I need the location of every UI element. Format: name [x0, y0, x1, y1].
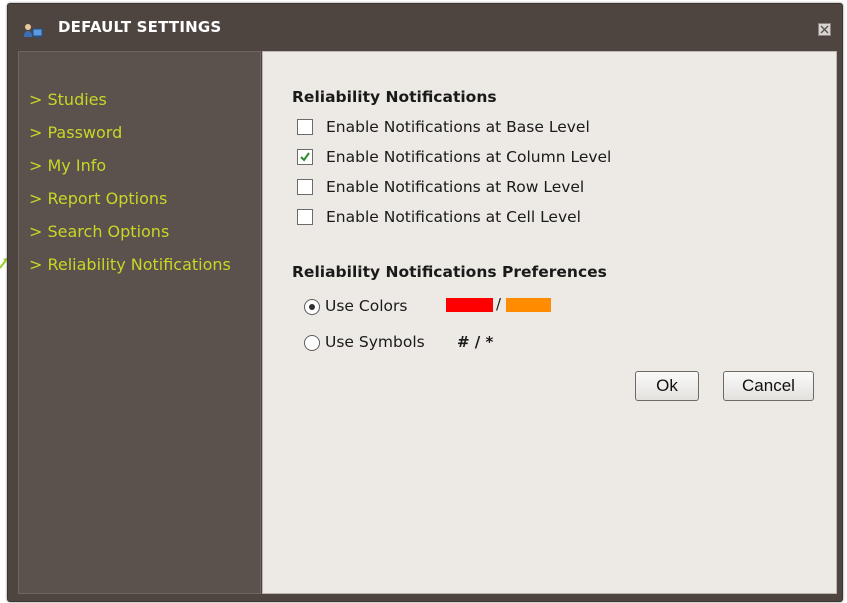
column-level-checkbox[interactable] — [297, 149, 313, 165]
primary-color-swatch — [446, 298, 493, 312]
settings-sidebar: > Studies > Password > My Info > Report … — [18, 51, 261, 594]
row-level-checkbox[interactable] — [297, 179, 313, 195]
sidebar-item-search-options[interactable]: > Search Options — [29, 222, 169, 242]
settings-content-panel: Reliability Notifications Enable Notific… — [262, 51, 837, 594]
sidebar-item-password[interactable]: > Password — [29, 123, 122, 143]
close-icon — [820, 25, 829, 34]
cell-level-checkbox[interactable] — [297, 209, 313, 225]
ok-button[interactable]: Ok — [635, 371, 699, 401]
checkmark-icon — [300, 152, 310, 162]
symbols-preview: # / * — [457, 333, 494, 351]
use-colors-radio[interactable] — [304, 299, 320, 315]
use-symbols-label: Use Symbols — [325, 333, 425, 351]
user-settings-icon — [23, 23, 43, 39]
base-level-checkbox[interactable] — [297, 119, 313, 135]
secondary-color-swatch — [506, 298, 551, 312]
color-separator: / — [496, 295, 502, 313]
default-settings-dialog: DEFAULT SETTINGS > Studies > Password > … — [7, 3, 843, 602]
column-level-label: Enable Notifications at Column Level — [326, 148, 612, 166]
sidebar-item-report-options[interactable]: > Report Options — [29, 189, 167, 209]
cancel-button[interactable]: Cancel — [723, 371, 814, 401]
reliability-notifications-heading: Reliability Notifications — [292, 88, 497, 106]
title-bar[interactable]: DEFAULT SETTINGS — [8, 4, 842, 51]
sidebar-item-my-info[interactable]: > My Info — [29, 156, 106, 176]
cell-level-label: Enable Notifications at Cell Level — [326, 208, 581, 226]
use-symbols-radio[interactable] — [304, 335, 320, 351]
dialog-title: DEFAULT SETTINGS — [58, 18, 222, 36]
row-level-label: Enable Notifications at Row Level — [326, 178, 585, 196]
sidebar-item-reliability-notifications[interactable]: > Reliability Notifications — [29, 255, 231, 275]
use-colors-label: Use Colors — [325, 297, 408, 315]
base-level-label: Enable Notifications at Base Level — [326, 118, 590, 136]
close-button[interactable] — [818, 23, 831, 36]
preferences-heading: Reliability Notifications Preferences — [292, 263, 607, 281]
sidebar-item-studies[interactable]: > Studies — [29, 90, 107, 110]
